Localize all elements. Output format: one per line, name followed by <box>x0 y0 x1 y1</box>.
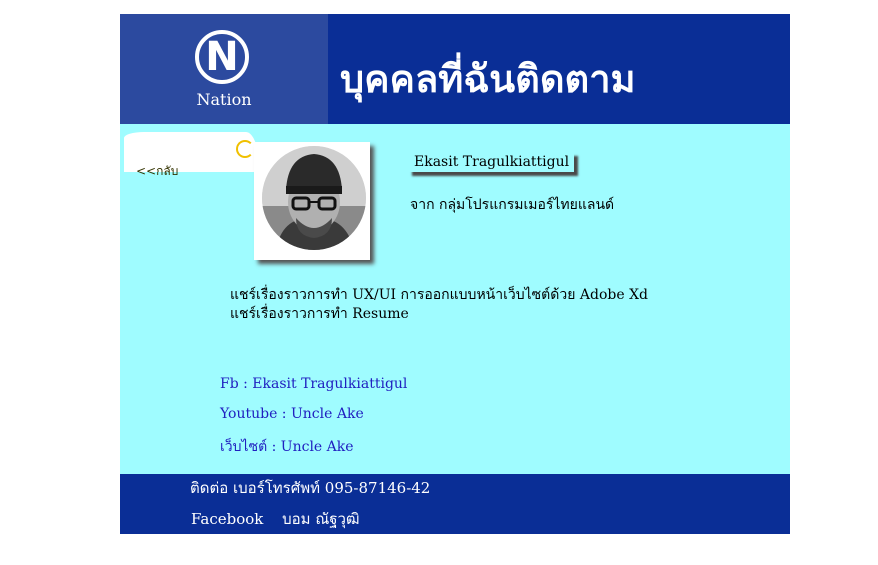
avatar <box>262 146 366 250</box>
facebook-name-link[interactable]: บอม ณัฐวุฒิ <box>282 510 359 528</box>
footer: ติดต่อ เบอร์โทรศัพท์ 095-87146-42 Facebo… <box>120 474 790 534</box>
logo-text: Nation <box>196 90 252 109</box>
nation-logo-icon: N <box>195 30 249 84</box>
social-links: Fb : Ekasit Tragulkiattigul Youtube : Un… <box>220 376 407 466</box>
header: N Nation บุคคลที่ฉันติดตาม <box>120 14 790 124</box>
profile-group: จาก กลุ่มโปรแกรมเมอร์ไทยแลนด์ <box>410 197 615 213</box>
nation-logo[interactable]: N Nation <box>120 14 328 124</box>
avatar-image <box>262 146 366 250</box>
share-item: แชร์เรื่องราวการทำ Resume <box>230 306 409 322</box>
profile-name: Ekasit Tragulkiattigul <box>414 154 570 170</box>
website-link[interactable]: เว็บไซต์ : Uncle Ake <box>220 436 407 466</box>
loading-spinner-icon <box>236 140 254 158</box>
page: N Nation บุคคลที่ฉันติดตาม <<กลับ Ekasit… <box>120 14 790 534</box>
contact-phone: ติดต่อ เบอร์โทรศัพท์ 095-87146-42 <box>190 479 431 497</box>
footer-facebook: Facebook บอม ณัฐวุฒิ <box>191 507 374 531</box>
facebook-link[interactable]: Fb : Ekasit Tragulkiattigul <box>220 376 407 406</box>
share-item: แชร์เรื่องราวการทำ UX/UI การออกแบบหน้าเว… <box>230 287 649 303</box>
back-link[interactable]: <<กลับ <box>136 162 178 181</box>
page-title: บุคคลที่ฉันติดตาม <box>340 57 636 101</box>
share-list: แชร์เรื่องราวการทำ UX/UI การออกแบบหน้าเว… <box>230 286 648 324</box>
profile-content: <<กลับ Ekasit Tragulkiattigul จาก กลุ่มโ… <box>120 124 790 474</box>
youtube-link[interactable]: Youtube : Uncle Ake <box>220 406 407 436</box>
name-plate: Ekasit Tragulkiattigul <box>408 152 574 172</box>
back-tab: <<กลับ <box>124 132 260 178</box>
facebook-label: Facebook <box>191 510 264 528</box>
